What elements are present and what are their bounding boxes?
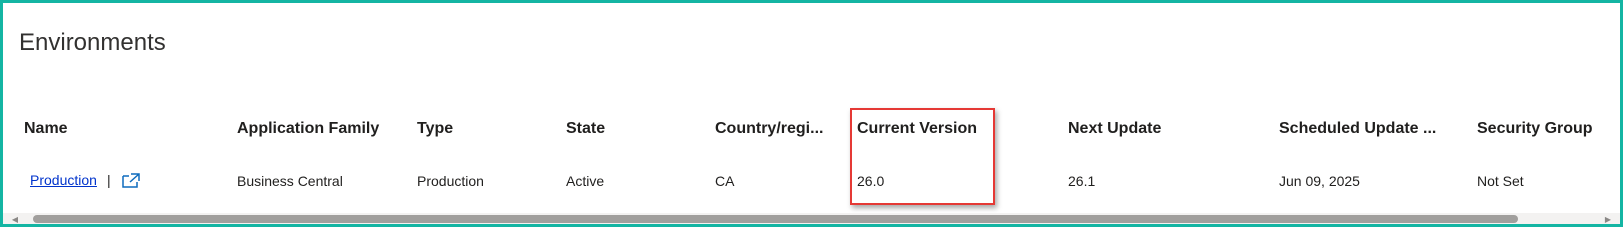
separator: |	[106, 172, 111, 188]
column-header-current-version[interactable]: Current Version	[857, 120, 977, 138]
name-cell: Production |	[30, 172, 141, 188]
chevron-right-icon[interactable]: ▶	[1602, 214, 1614, 224]
column-header-security-group[interactable]: Security Group	[1477, 120, 1593, 138]
column-header-name[interactable]: Name	[24, 120, 68, 138]
chevron-left-icon[interactable]: ◀	[9, 214, 21, 224]
next-update-cell: 26.1	[1068, 173, 1096, 189]
country-region-cell: CA	[715, 173, 735, 189]
current-version-cell: 26.0	[857, 173, 885, 189]
state-cell: Active	[566, 173, 605, 189]
column-header-country-region[interactable]: Country/regi...	[715, 120, 823, 138]
horizontal-scrollbar[interactable]: ◀ ▶	[3, 213, 1620, 224]
environments-panel: Environments Name Application Family Typ…	[0, 0, 1623, 227]
open-in-new-window-icon[interactable]	[121, 172, 141, 188]
application-family-cell: Business Central	[237, 173, 343, 189]
column-header-type[interactable]: Type	[417, 120, 453, 138]
environment-name-link[interactable]: Production	[30, 172, 97, 188]
scrollbar-thumb[interactable]	[33, 215, 1518, 223]
page-title: Environments	[19, 29, 166, 56]
column-header-application-family[interactable]: Application Family	[237, 120, 379, 138]
column-header-next-update[interactable]: Next Update	[1068, 120, 1161, 138]
type-cell: Production	[417, 173, 484, 189]
column-header-scheduled-update[interactable]: Scheduled Update ...	[1279, 120, 1436, 138]
security-group-cell: Not Set	[1477, 173, 1524, 189]
column-header-state[interactable]: State	[566, 120, 605, 138]
scheduled-update-cell: Jun 09, 2025	[1279, 173, 1360, 189]
